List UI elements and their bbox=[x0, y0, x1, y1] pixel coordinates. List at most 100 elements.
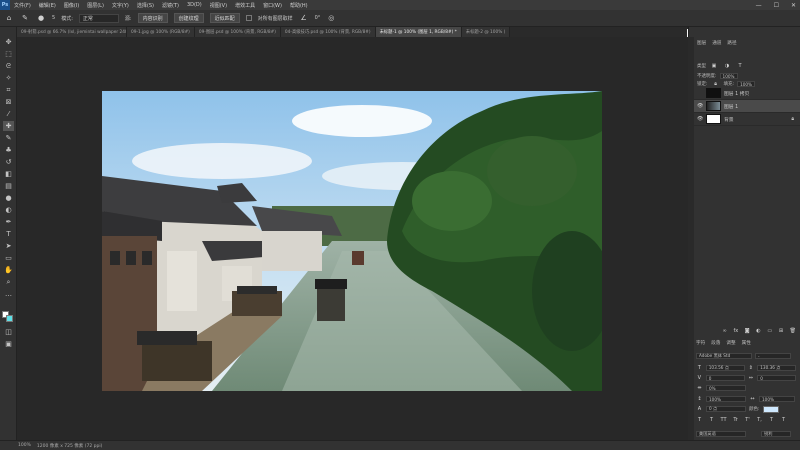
filter-adjust-icon[interactable]: ◑ bbox=[722, 61, 732, 71]
screen-mode-icon[interactable]: ▣ bbox=[3, 339, 14, 349]
language-select[interactable]: 美国英语 bbox=[696, 431, 746, 437]
brush-preview-icon[interactable]: ● bbox=[36, 13, 46, 23]
layer-row[interactable]: 👁︎ 图层 1 bbox=[694, 100, 800, 113]
font-family-select[interactable]: Adobe 黑体 Std bbox=[696, 353, 752, 359]
tab-paths[interactable]: 路径 bbox=[727, 40, 736, 46]
brush-tool-icon[interactable]: ✎ bbox=[3, 133, 14, 143]
type-tool-icon[interactable]: T bbox=[3, 229, 14, 239]
zoom-level[interactable]: 100% bbox=[18, 443, 31, 448]
tab-character[interactable]: 字符 bbox=[696, 340, 705, 346]
eye-icon[interactable]: 👁︎ bbox=[697, 116, 703, 122]
tab-document-2[interactable]: 09-1.jpg @ 100% (RGB/8#) bbox=[127, 27, 195, 37]
antialias-select[interactable]: 锐利 bbox=[761, 431, 791, 437]
quick-mask-icon[interactable]: ◫ bbox=[3, 327, 14, 337]
more-tools-icon[interactable]: … bbox=[3, 289, 14, 299]
angle-value[interactable]: 0° bbox=[315, 15, 321, 21]
minimize-button[interactable]: — bbox=[756, 2, 762, 9]
shape-tool-icon[interactable]: ▭ bbox=[3, 253, 14, 263]
menu-layer[interactable]: 图层(L) bbox=[83, 2, 108, 9]
faux-italic-button[interactable]: T bbox=[708, 417, 715, 424]
text-color-swatch[interactable] bbox=[762, 405, 779, 413]
fx-icon[interactable]: fx bbox=[733, 328, 739, 335]
underline-button[interactable]: T bbox=[768, 417, 775, 424]
menu-window[interactable]: 窗口(W) bbox=[259, 2, 286, 9]
layer-row[interactable]: 图层 1 拷贝 bbox=[694, 87, 800, 100]
menu-help[interactable]: 帮助(H) bbox=[286, 2, 312, 9]
font-style-select[interactable]: - bbox=[755, 353, 791, 359]
tab-paragraph[interactable]: 段落 bbox=[711, 340, 720, 346]
eye-icon[interactable]: 👁︎ bbox=[697, 103, 703, 109]
healing-brush-tool-icon[interactable]: ✚ bbox=[3, 121, 14, 131]
menu-view[interactable]: 视图(V) bbox=[206, 2, 231, 9]
menu-plugins[interactable]: 增效工具 bbox=[231, 2, 259, 9]
pen-tool-icon[interactable]: ✒ bbox=[3, 217, 14, 227]
tab-document-6[interactable]: 未标题-2 @ 100% ( bbox=[461, 27, 511, 37]
subscript-button[interactable]: T, bbox=[756, 417, 763, 424]
close-button[interactable]: ✕ bbox=[791, 2, 796, 9]
leading-input[interactable]: 130.36 点 bbox=[757, 365, 796, 371]
tracking-input[interactable]: 0 bbox=[757, 375, 796, 381]
mode-select[interactable]: 正常 bbox=[78, 13, 119, 23]
layer-row[interactable]: 👁︎ 背景 🔒︎ bbox=[694, 113, 800, 126]
layer-name[interactable]: 背景 bbox=[724, 116, 734, 123]
create-texture-button[interactable]: 创建纹理 bbox=[173, 13, 204, 23]
small-caps-button[interactable]: Tr bbox=[732, 417, 739, 424]
eraser-tool-icon[interactable]: ◧ bbox=[3, 169, 14, 179]
content-aware-button[interactable]: 内容识别 bbox=[137, 13, 168, 23]
filter-kind-label[interactable]: 类型 bbox=[697, 63, 706, 69]
mask-icon[interactable]: ◙ bbox=[745, 328, 750, 335]
filter-type-icon[interactable]: T bbox=[735, 61, 745, 71]
history-brush-tool-icon[interactable]: ↺ bbox=[3, 157, 14, 167]
patch-tool-icon[interactable]: ✎ bbox=[20, 13, 30, 23]
menu-image[interactable]: 图像(I) bbox=[60, 2, 83, 9]
pressure-icon[interactable]: ◎ bbox=[326, 13, 336, 23]
font-size-input[interactable]: 103.56 点 bbox=[705, 365, 745, 371]
document-image[interactable] bbox=[102, 91, 602, 391]
filter-pixel-icon[interactable]: ▣ bbox=[709, 61, 719, 71]
vertical-scale-input[interactable]: 100% bbox=[706, 396, 746, 402]
hand-tool-icon[interactable]: ✋ bbox=[3, 265, 14, 275]
tab-document-4[interactable]: 04-高级技巧.psd @ 100% (背景, RGB/8#) bbox=[280, 27, 376, 37]
tsume-input[interactable]: 0% bbox=[706, 385, 746, 391]
superscript-button[interactable]: T' bbox=[744, 417, 751, 424]
blur-tool-icon[interactable]: ● bbox=[3, 193, 14, 203]
crop-tool-icon[interactable]: ⌗ bbox=[3, 85, 14, 95]
strikethrough-button[interactable]: T bbox=[780, 417, 787, 424]
tab-channels[interactable]: 通道 bbox=[712, 40, 721, 46]
tab-layers[interactable]: 图层 bbox=[697, 40, 706, 46]
menu-type[interactable]: 文字(Y) bbox=[108, 2, 133, 9]
move-tool-icon[interactable]: ✥ bbox=[3, 37, 14, 47]
path-select-tool-icon[interactable]: ➤ bbox=[3, 241, 14, 251]
new-layer-icon[interactable]: ⊞ bbox=[778, 328, 783, 335]
tab-document-1[interactable]: 09-射箭.psd @ 66.7% (lxl, jiemintai wallpa… bbox=[17, 27, 127, 37]
maximize-button[interactable]: ☐ bbox=[774, 2, 779, 9]
menu-select[interactable]: 选择(S) bbox=[133, 2, 158, 9]
trash-icon[interactable]: 🗑︎ bbox=[790, 328, 796, 335]
layer-name[interactable]: 图层 1 bbox=[724, 103, 738, 110]
horizontal-scale-input[interactable]: 100% bbox=[759, 396, 795, 402]
dodge-tool-icon[interactable]: ◐ bbox=[3, 205, 14, 215]
layer-name[interactable]: 图层 1 拷贝 bbox=[724, 90, 749, 97]
menu-3d[interactable]: 3D(D) bbox=[183, 2, 206, 8]
tab-properties[interactable]: 属性 bbox=[742, 340, 751, 346]
faux-bold-button[interactable]: T bbox=[696, 417, 703, 424]
proximity-match-button[interactable]: 近似匹配 bbox=[209, 13, 240, 23]
frame-tool-icon[interactable]: ⊠ bbox=[3, 97, 14, 107]
tab-adjustments[interactable]: 调整 bbox=[726, 340, 735, 346]
zoom-tool-icon[interactable]: ⌕ bbox=[3, 277, 14, 287]
lasso-tool-icon[interactable]: ᘓ bbox=[3, 61, 14, 71]
link-icon[interactable]: ∞ bbox=[722, 328, 727, 335]
menu-file[interactable]: 文件(F) bbox=[10, 2, 35, 9]
baseline-input[interactable]: 0 点 bbox=[706, 406, 746, 412]
canvas-area[interactable] bbox=[17, 37, 688, 440]
tab-document-active[interactable]: 未标题-1 @ 100% (图层 1, RGB/8#) * bbox=[375, 27, 462, 37]
gradient-tool-icon[interactable]: ▤ bbox=[3, 181, 14, 191]
group-icon[interactable]: ▭ bbox=[767, 328, 772, 335]
home-icon[interactable]: ⌂ bbox=[4, 13, 14, 23]
tab-document-3[interactable]: 09-图层.psd @ 100% (背景, RGB/8#) bbox=[194, 27, 281, 37]
adjustment-icon[interactable]: ◐ bbox=[756, 328, 761, 335]
all-caps-button[interactable]: TT bbox=[720, 417, 727, 424]
sample-all-checkbox[interactable] bbox=[245, 15, 252, 21]
opacity-input[interactable]: 100% bbox=[719, 73, 738, 79]
kerning-input[interactable]: 0 bbox=[705, 375, 745, 381]
